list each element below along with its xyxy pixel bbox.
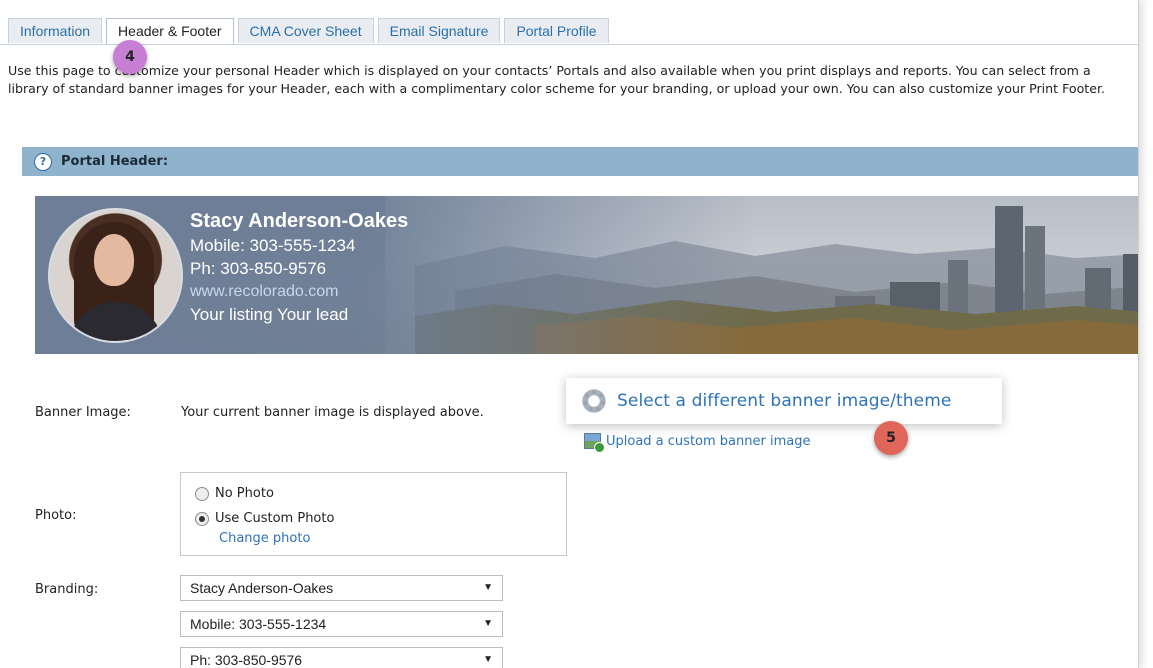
branding-select-name[interactable]: Stacy Anderson-Oakes ▼ — [180, 575, 503, 601]
avatar — [48, 208, 183, 343]
banner-image-value: Your current banner image is displayed a… — [181, 405, 484, 420]
gear-icon — [580, 387, 608, 415]
branding-label: Branding: — [35, 582, 99, 597]
portal-header-section-bar: ? Portal Header: — [22, 147, 1138, 176]
photo-label: Photo: — [35, 508, 77, 523]
custom-photo-option[interactable]: Use Custom Photo — [195, 511, 334, 526]
tab-email-signature[interactable]: Email Signature — [377, 18, 501, 43]
tab-cma-cover-sheet[interactable]: CMA Cover Sheet — [237, 18, 374, 43]
tab-bar: Information Header & Footer CMA Cover Sh… — [8, 18, 613, 44]
branding-select-mobile[interactable]: Mobile: 303-555-1234 ▼ — [180, 611, 503, 637]
tab-portal-profile[interactable]: Portal Profile — [504, 18, 609, 43]
branding-select-phone-value: Ph: 303-850-9576 — [190, 652, 303, 668]
help-icon[interactable]: ? — [34, 152, 52, 171]
banner-text: Stacy Anderson-Oakes Mobile: 303-555-123… — [190, 208, 408, 326]
upload-banner-row[interactable]: Upload a custom banner image — [584, 433, 810, 453]
select-banner-callout: Select a different banner image/theme — [566, 378, 1002, 424]
no-photo-radio[interactable] — [195, 486, 209, 501]
select-banner-link[interactable]: Select a different banner image/theme — [617, 391, 951, 411]
banner-website: www.recolorado.com — [190, 283, 339, 300]
chevron-down-icon: ▼ — [483, 618, 493, 629]
branding-select-name-value: Stacy Anderson-Oakes — [190, 580, 334, 596]
chevron-down-icon: ▼ — [483, 582, 493, 593]
no-photo-label: No Photo — [215, 486, 274, 501]
photo-options: No Photo Use Custom Photo Change photo — [180, 472, 567, 556]
banner-name: Stacy Anderson-Oakes — [190, 210, 409, 232]
banner-image-label: Banner Image: — [35, 405, 131, 420]
tab-divider — [0, 44, 1138, 45]
page: Information Header & Footer CMA Cover Sh… — [0, 0, 1139, 668]
branding-select-phone[interactable]: Ph: 303-850-9576 ▼ — [180, 647, 503, 668]
upload-banner-link[interactable]: Upload a custom banner image — [606, 434, 810, 449]
branding-select-mobile-value: Mobile: 303-555-1234 — [190, 616, 327, 632]
avatar-face — [94, 234, 134, 286]
banner-phone: Ph: 303-850-9576 — [190, 259, 327, 278]
banner-tagline: Your listing Your lead — [190, 305, 349, 324]
image-add-icon — [584, 433, 605, 453]
no-photo-option[interactable]: No Photo — [195, 486, 274, 501]
change-photo-link[interactable]: Change photo — [219, 531, 310, 546]
banner-mobile: Mobile: 303-555-1234 — [190, 236, 356, 255]
step-badge-5: 5 — [874, 421, 908, 455]
section-title: Portal Header: — [61, 154, 169, 169]
step-badge-4: 4 — [113, 40, 147, 74]
intro-text: Use this page to customize your personal… — [8, 63, 1106, 96]
tab-information[interactable]: Information — [8, 18, 103, 43]
custom-photo-radio[interactable] — [195, 511, 209, 526]
banner-preview: Stacy Anderson-Oakes Mobile: 303-555-123… — [35, 196, 1138, 354]
custom-photo-label: Use Custom Photo — [215, 511, 335, 526]
chevron-down-icon: ▼ — [483, 654, 493, 665]
